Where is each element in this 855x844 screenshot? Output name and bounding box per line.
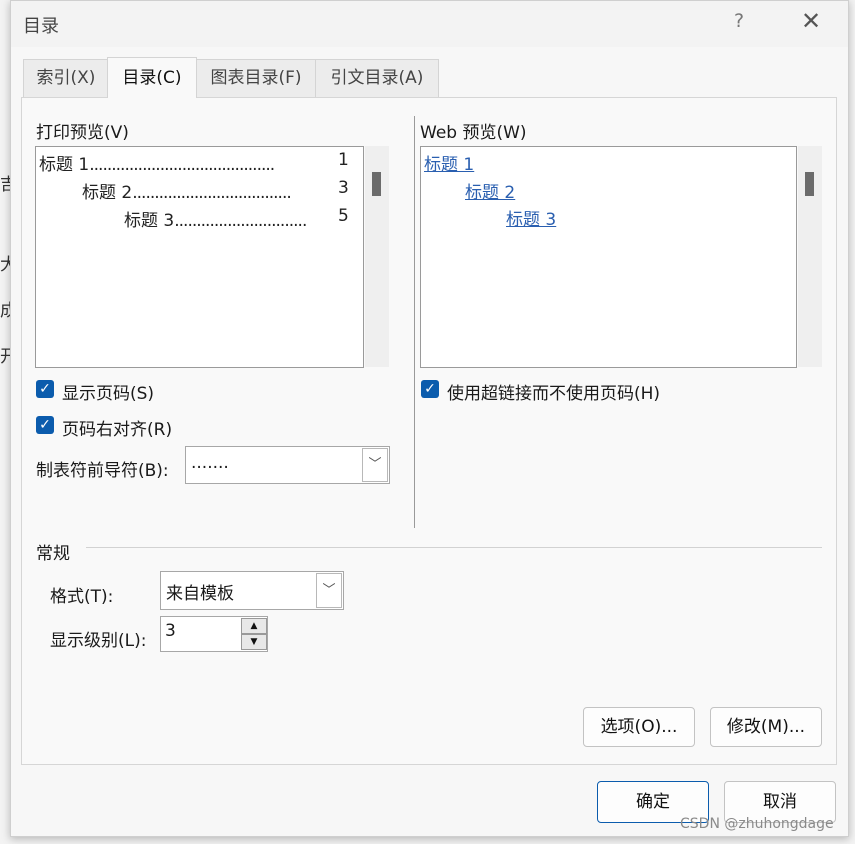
levels-value: 3 <box>165 621 176 641</box>
tab-index[interactable]: 索引(X) <box>23 59 109 97</box>
dialog-titlebar: 目录 ? ✕ <box>11 1 848 47</box>
tab-leader-value: ....... <box>191 453 229 473</box>
print-preview-page: 5 <box>338 206 349 226</box>
tab-leader-select[interactable]: ....... ﹀ <box>185 446 390 484</box>
print-preview-scrollbar[interactable] <box>365 146 389 367</box>
tab-toc[interactable]: 目录(C) <box>107 57 197 98</box>
web-preview-scrollbar[interactable] <box>798 146 822 367</box>
spin-up-icon[interactable]: ▲ <box>241 618 267 634</box>
print-preview-row: 标题 3.............................. <box>124 211 307 231</box>
close-icon[interactable]: ✕ <box>801 7 821 35</box>
print-preview-row: 标题 1....................................… <box>39 155 275 175</box>
print-preview-page: 3 <box>338 178 349 198</box>
web-preview-label: Web 预览(W) <box>420 123 527 143</box>
help-icon[interactable]: ? <box>734 10 744 32</box>
toc-panel: 打印预览(V) 标题 1............................… <box>21 97 837 765</box>
web-preview-link[interactable]: 标题 2 <box>465 178 515 203</box>
use-hyperlinks-label[interactable]: 使用超链接而不使用页码(H) <box>447 379 660 404</box>
general-section-label: 常规 <box>36 544 70 564</box>
print-preview-page: 1 <box>338 150 349 170</box>
vertical-divider <box>414 116 415 528</box>
format-value: 来自模板 <box>166 584 234 604</box>
print-preview-box: 标题 1....................................… <box>35 146 364 368</box>
web-preview-link[interactable]: 标题 3 <box>506 205 556 230</box>
format-label: 格式(T): <box>50 587 114 607</box>
scrollbar-thumb[interactable] <box>372 172 381 196</box>
web-preview-box: 标题 1 标题 2 标题 3 <box>420 146 797 368</box>
print-preview-label: 打印预览(V) <box>36 123 129 143</box>
watermark: CSDN @zhuhongdage <box>680 816 834 832</box>
dialog-title: 目录 <box>23 16 59 37</box>
right-align-checkbox[interactable]: ✓ <box>36 416 54 434</box>
general-section-divider <box>86 547 822 548</box>
chevron-down-icon[interactable]: ﹀ <box>362 448 388 482</box>
levels-label: 显示级别(L): <box>50 631 147 651</box>
tab-table-of-authorities[interactable]: 引文目录(A) <box>315 59 439 97</box>
tab-table-of-figures[interactable]: 图表目录(F) <box>195 59 317 97</box>
show-page-numbers-checkbox[interactable]: ✓ <box>36 380 54 398</box>
modify-button[interactable]: 修改(M)... <box>710 707 822 747</box>
scrollbar-thumb[interactable] <box>805 172 814 196</box>
chevron-down-icon[interactable]: ﹀ <box>316 573 342 608</box>
use-hyperlinks-checkbox[interactable]: ✓ <box>421 380 439 398</box>
right-align-label[interactable]: 页码右对齐(R) <box>62 415 172 440</box>
tab-leader-label: 制表符前导符(B): <box>36 461 169 481</box>
toc-dialog: 目录 ? ✕ 索引(X) 目录(C) 图表目录(F) 引文目录(A) 打印预览(… <box>10 0 849 837</box>
web-preview-link[interactable]: 标题 1 <box>424 150 474 175</box>
show-page-numbers-label[interactable]: 显示页码(S) <box>62 379 154 404</box>
spin-down-icon[interactable]: ▼ <box>241 634 267 650</box>
format-select[interactable]: 来自模板 ﹀ <box>160 571 344 610</box>
print-preview-row: 标题 2.................................... <box>82 183 292 203</box>
options-button[interactable]: 选项(O)... <box>583 707 695 747</box>
